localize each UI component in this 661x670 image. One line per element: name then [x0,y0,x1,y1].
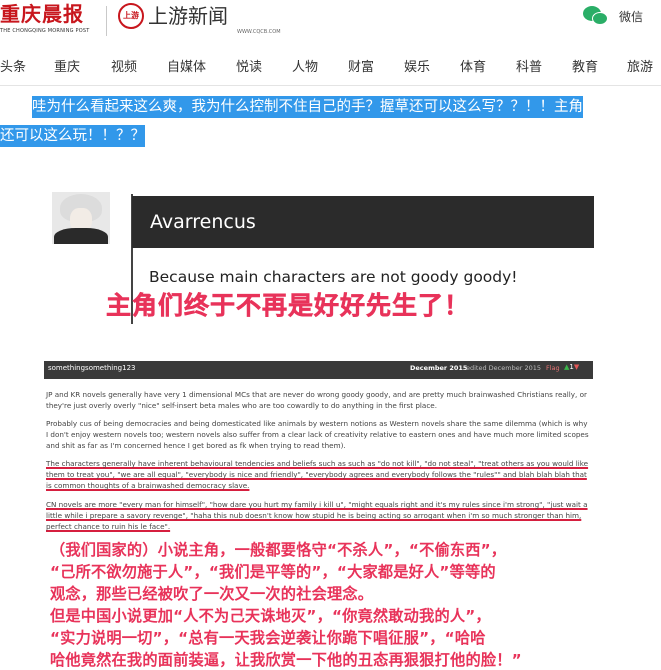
headline-line-2: 还可以这么玩！！？？ [0,125,145,147]
username-bar: Avarrencus [132,196,594,248]
cn-translation-line-1: （我们国家的）小说主角，一般都要恪守“不杀人”，“不偷东西”， [50,541,507,559]
nav-item-zimeiti[interactable]: 自媒体 [167,60,206,76]
forum-post-screenshot: somethingsomething123 December 2015 edit… [44,361,593,669]
nav-item-chongqing[interactable]: 重庆 [54,60,80,76]
nav-item-yule[interactable]: 娱乐 [404,60,430,76]
nav-item-toutiao[interactable]: 头条 [0,60,26,76]
post-date: December 2015 [410,364,468,372]
nav-item-yuedu[interactable]: 悦读 [236,60,262,76]
brand-logo[interactable]: 重庆晨报 THE CHONGQING MORNING POST [0,2,100,34]
cn-translation-line-3: 观念，那些已经被吹了一次又一次的社会理念。 [50,585,374,603]
user-avatar [52,192,110,244]
cn-translation-line-6: 哈他竟然在我的面前装逼，让我欣赏一下他的丑态再狠狠打他的脸！” [50,651,522,669]
nav-item-kepu[interactable]: 科普 [516,60,542,76]
cn-translation-line-4: 但是中国小说更加“人不为己天诛地灭”，“你竟然敢动我的人”， [50,607,491,625]
partner-seal-icon: 上游 [118,3,144,29]
nav-item-lvyou[interactable]: 旅游 [627,60,653,76]
post-paragraph-3: The characters generally have inherent b… [46,458,591,491]
post-paragraph-2: Probably cus of being democracies and be… [46,419,589,450]
comment-username: Avarrencus [150,211,256,233]
header-divider [106,6,107,36]
post-username: somethingsomething123 [48,364,136,372]
post-paragraph-1: JP and KR novels generally have very 1 d… [46,390,587,410]
nav-item-jiaoyu[interactable]: 教育 [572,60,598,76]
comment-caption-cn: 主角们终于不再是好好先生了！ [106,291,471,321]
cn-translation-line-5: “实力说明一切”，“总有一天我会逆袭让你跪下唱征服”，“哈哈 [50,629,486,647]
post-edited: edited December 2015 [466,364,541,372]
nav-item-caifu[interactable]: 财富 [348,60,374,76]
article-headline: 哇为什么看起来这么爽，我为什么控制不住自己的手？握草还可以这么写？？！！主角 还… [0,93,661,151]
post-flag: Flag [546,364,560,372]
wechat-label: 微信 [618,9,643,24]
post-paragraph-3-text: The characters generally have inherent b… [46,459,589,490]
wechat-link[interactable]: 微信 [582,4,643,28]
brand-name: 重庆晨报 [0,2,84,26]
site-header: 重庆晨报 THE CHONGQING MORNING POST 上游 上游新闻 … [0,0,661,42]
nav-item-tiyu[interactable]: 体育 [460,60,486,76]
post-header-bar: somethingsomething123 December 2015 edit… [44,361,593,379]
brand-subtitle: THE CHONGQING MORNING POST [0,28,90,34]
post-paragraph-4-text: CN novels are more "every man for himsel… [46,500,588,531]
channel-nav: 头条 重庆 视频 自媒体 悦读 人物 财富 娱乐 体育 科普 教育 旅游 [0,50,661,86]
partner-name: 上游新闻 [148,4,228,28]
comment-quote: Because main characters are not goody go… [149,268,518,286]
headline-line-1: 哇为什么看起来这么爽，我为什么控制不住自己的手？握草还可以这么写？？！！主角 [32,96,583,118]
cn-translation-line-2: “己所不欲勿施于人”，“我们是平等的”，“大家都是好人”等等的 [50,563,496,581]
post-vote: ▲1▼ [564,363,579,371]
nav-item-video[interactable]: 视频 [111,60,137,76]
post-paragraph-4: CN novels are more "every man for himsel… [46,499,591,532]
nav-item-renwu[interactable]: 人物 [292,60,318,76]
wechat-icon [582,6,609,26]
comment-screenshot-card: Avarrencus Because main characters are n… [44,188,597,334]
partner-url: WWW.CQCB.COM [237,29,281,35]
downvote-icon: ▼ [573,363,580,371]
